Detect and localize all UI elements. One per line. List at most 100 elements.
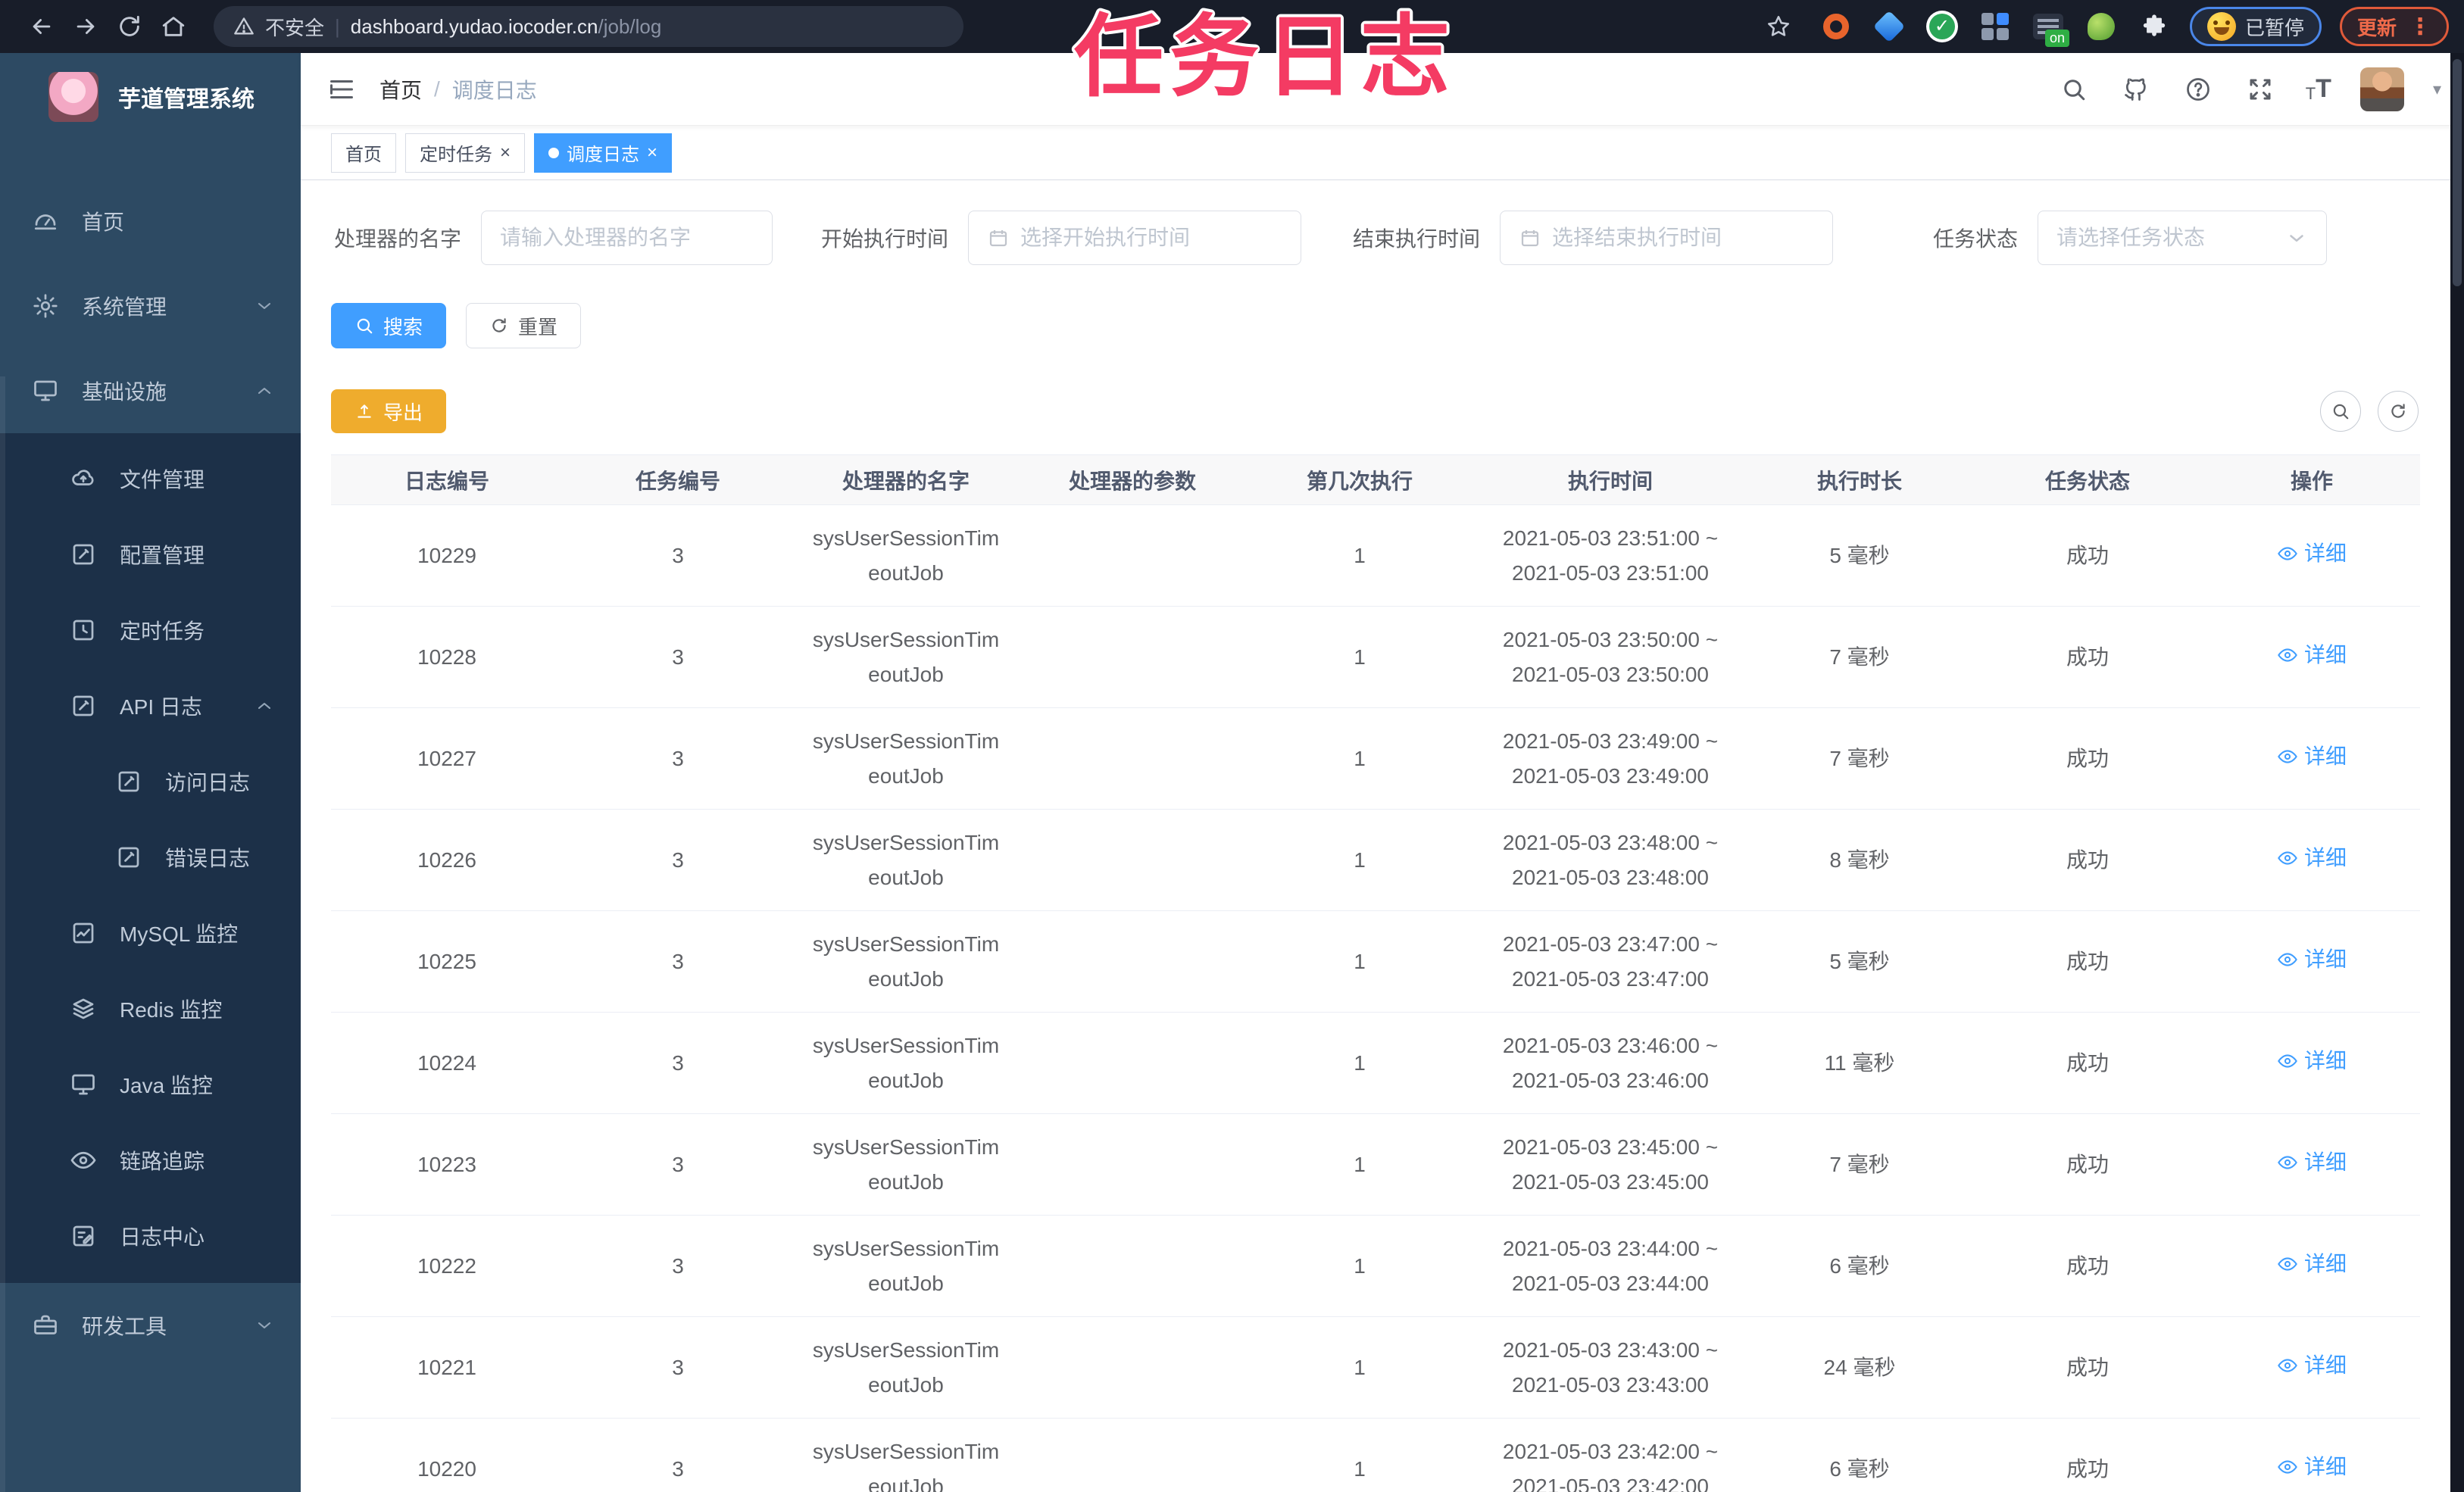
cell-handler: sysUserSessionTim eoutJob xyxy=(793,809,1019,911)
begin-time-field[interactable] xyxy=(1020,226,1282,250)
sidebar-menu-item[interactable]: 研发工具 xyxy=(0,1283,301,1368)
scrollbar-thumb[interactable] xyxy=(2453,59,2462,286)
app-logo-row[interactable]: 芋道管理系统 xyxy=(0,53,301,141)
handler-input[interactable] xyxy=(481,211,773,265)
end-time-field[interactable] xyxy=(1552,226,1814,250)
breadcrumb: 首页 / 调度日志 xyxy=(379,74,537,105)
col-handler-param: 处理器的参数 xyxy=(1019,454,1246,505)
sidebar-menu-item[interactable]: 配置管理 xyxy=(0,517,301,592)
home-icon[interactable] xyxy=(151,5,195,48)
page-content: 处理器的名字 开始执行时间 结束执行时间 xyxy=(301,180,2464,1492)
reset-button[interactable]: 重置 xyxy=(466,303,582,348)
sidebar-menu-item[interactable]: 定时任务 xyxy=(0,592,301,668)
menu-item-label: MySQL 监控 xyxy=(120,922,239,946)
cell-duration: 5 毫秒 xyxy=(1747,910,1972,1013)
cell-task-id: 3 xyxy=(563,707,793,810)
back-icon[interactable] xyxy=(20,5,64,48)
screen: 不安全 | dashboard.yudao.iocoder.cn/job/log… xyxy=(0,0,2464,1492)
close-icon[interactable]: × xyxy=(647,143,657,162)
detail-link[interactable]: 详细 xyxy=(2277,638,2347,673)
detail-link[interactable]: 详细 xyxy=(2277,1348,2347,1383)
cell-duration: 7 毫秒 xyxy=(1747,606,1972,708)
user-avatar[interactable] xyxy=(2359,67,2404,111)
cell-action: 详细 xyxy=(2203,1418,2420,1492)
sidebar-menu-item[interactable]: 链路追踪 xyxy=(0,1122,301,1198)
sidebar-menu-item[interactable]: MySQL 监控 xyxy=(0,895,301,971)
detail-link[interactable]: 详细 xyxy=(2277,1247,2347,1281)
detail-link[interactable]: 详细 xyxy=(2277,1450,2347,1484)
help-icon[interactable] xyxy=(2181,73,2215,106)
cell-task-id: 3 xyxy=(563,1418,793,1492)
export-button[interactable]: 导出 xyxy=(331,389,447,433)
sidebar-menu-item[interactable]: 系统管理 xyxy=(0,264,301,348)
cell-param xyxy=(1019,1215,1246,1317)
search-button[interactable]: 搜索 xyxy=(331,303,447,348)
eye-icon xyxy=(2278,953,2297,966)
sidebar-menu-item[interactable]: 错误日志 xyxy=(0,819,301,895)
cell-param xyxy=(1019,1012,1246,1114)
extension-check-icon[interactable]: ✓ xyxy=(1925,9,1960,44)
handler-input-field[interactable] xyxy=(500,226,754,250)
cell-task-id: 3 xyxy=(563,504,793,607)
status-select[interactable] xyxy=(2038,211,2328,265)
sidebar-menu-item[interactable]: 访问日志 xyxy=(0,744,301,819)
address-bar[interactable]: 不安全 | dashboard.yudao.iocoder.cn/job/log xyxy=(214,6,963,47)
end-time-input[interactable] xyxy=(1500,211,1833,265)
sidebar-menu-item[interactable]: 基础设施 xyxy=(0,348,301,433)
detail-link[interactable]: 详细 xyxy=(2277,841,2347,876)
extension-ring-icon[interactable] xyxy=(1819,9,1853,44)
sidebar-menu-item[interactable]: 文件管理 xyxy=(0,441,301,517)
search-icon[interactable] xyxy=(2057,73,2091,106)
sidebar-menu-item[interactable]: Redis 监控 xyxy=(0,971,301,1047)
font-size-icon[interactable]: TT xyxy=(2306,74,2331,104)
table-row: 10223 3 sysUserSessionTim eoutJob 1 2021-… xyxy=(331,1113,2420,1216)
detail-link[interactable]: 详细 xyxy=(2277,1145,2347,1180)
fullscreen-icon[interactable] xyxy=(2244,73,2277,106)
calendar-icon xyxy=(989,230,1007,247)
update-button[interactable]: 更新 ⋮ xyxy=(2339,7,2449,46)
detail-link[interactable]: 详细 xyxy=(2277,942,2347,977)
cell-status: 成功 xyxy=(1972,606,2203,708)
close-icon[interactable]: × xyxy=(500,143,511,162)
tab-home[interactable]: 首页 xyxy=(331,133,396,173)
chevron-down-icon[interactable]: ▾ xyxy=(2433,80,2441,99)
cell-param xyxy=(1019,707,1246,810)
table-row: 10226 3 sysUserSessionTim eoutJob 1 2021-… xyxy=(331,809,2420,911)
github-icon[interactable] xyxy=(2119,73,2153,106)
begin-time-input[interactable] xyxy=(968,211,1301,265)
breadcrumb-home[interactable]: 首页 xyxy=(379,74,422,105)
table-row: 10229 3 sysUserSessionTim eoutJob 1 2021-… xyxy=(331,504,2420,607)
bookmark-star-icon[interactable] xyxy=(1757,5,1800,48)
extension-leaf-icon[interactable] xyxy=(2084,9,2119,44)
paused-badge[interactable]: 已暂停 xyxy=(2189,7,2322,46)
extension-gem-icon[interactable] xyxy=(1872,9,1907,44)
sidebar-toggle-icon[interactable] xyxy=(323,71,360,108)
sidebar-menu-item[interactable]: API 日志 xyxy=(0,668,301,744)
cell-task-id: 3 xyxy=(563,1215,793,1317)
extension-on-icon[interactable]: on xyxy=(2031,9,2069,47)
page-scrollbar[interactable] xyxy=(2450,53,2464,1492)
tab-timed-task[interactable]: 定时任务 × xyxy=(405,133,526,173)
sidebar-menu-item[interactable]: Java 监控 xyxy=(0,1047,301,1122)
timer-icon xyxy=(70,616,97,644)
monitor-icon xyxy=(70,1071,97,1098)
toggle-search-button[interactable] xyxy=(2320,391,2361,432)
reload-icon[interactable] xyxy=(108,5,151,48)
detail-link[interactable]: 详细 xyxy=(2277,1044,2347,1078)
detail-link[interactable]: 详细 xyxy=(2277,536,2347,571)
table-row: 10221 3 sysUserSessionTim eoutJob 1 2021-… xyxy=(331,1316,2420,1419)
forward-icon[interactable] xyxy=(64,5,108,48)
refresh-table-button[interactable] xyxy=(2378,391,2419,432)
tab-schedule-log[interactable]: 调度日志 × xyxy=(534,133,673,173)
col-duration: 执行时长 xyxy=(1747,454,1972,505)
detail-link[interactable]: 详细 xyxy=(2277,739,2347,774)
sidebar-menu-item[interactable]: 日志中心 xyxy=(0,1198,301,1274)
url-host: dashboard.yudao.iocoder.cn xyxy=(350,14,598,38)
extensions-puzzle-icon[interactable] xyxy=(2137,9,2172,44)
cell-status: 成功 xyxy=(1972,910,2203,1013)
status-select-field[interactable] xyxy=(2056,226,2275,250)
cell-param xyxy=(1019,809,1246,911)
extension-grid-icon[interactable] xyxy=(1978,9,2013,44)
sidebar-menu-item[interactable]: 首页 xyxy=(0,179,301,264)
menu-item-label: 访问日志 xyxy=(165,771,251,794)
